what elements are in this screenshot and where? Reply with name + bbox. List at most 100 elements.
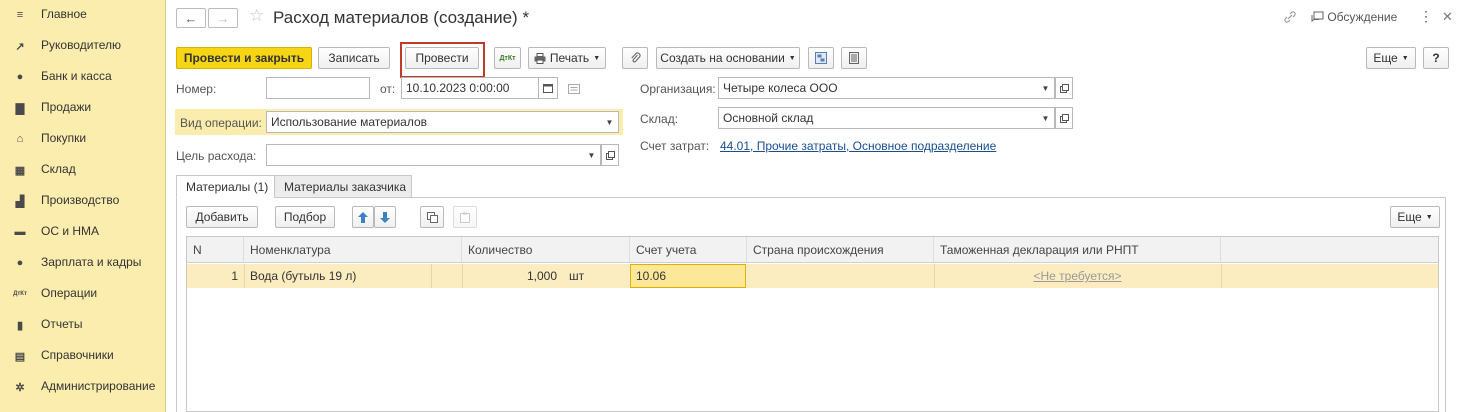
calendar-button[interactable] <box>538 77 558 99</box>
organization-label: Организация: <box>640 82 716 96</box>
save-button[interactable]: Записать <box>318 47 390 69</box>
chevron-down-icon: ▼ <box>1041 113 1050 123</box>
operation-type-field[interactable]: Использование материалов <box>266 111 602 133</box>
organization-field[interactable]: Четыре колеса ООО <box>718 77 1038 99</box>
sidebar-item-main[interactable]: ≡ Главное <box>0 0 166 30</box>
more-actions-icon[interactable]: ⋮ <box>1419 8 1433 25</box>
cell-quantity[interactable]: 1,000 <box>462 264 563 288</box>
sidebar-item-label: Банк и касса <box>41 69 112 83</box>
cost-account-link[interactable]: 44.01, Прочие затраты, Основное подразде… <box>720 139 996 153</box>
sidebar-item-label: Администрирование <box>41 379 156 393</box>
tab-customer-materials[interactable]: Материалы заказчика <box>274 175 412 198</box>
open-icon <box>1059 83 1069 93</box>
sidebar-item-purchases[interactable]: ⌂ Покупки <box>0 124 166 154</box>
move-up-button[interactable] <box>352 206 374 228</box>
sidebar-item-label: ОС и НМА <box>41 224 100 238</box>
chevron-down-icon: ▼ <box>1425 213 1433 221</box>
organization-open-button[interactable] <box>1055 77 1073 99</box>
sidebar-item-label: Руководителю <box>41 38 122 52</box>
report-button[interactable] <box>841 47 867 69</box>
back-button[interactable]: ← <box>176 8 206 28</box>
column-header-customs[interactable]: Таможенная декларация или РНПТ <box>934 237 1221 263</box>
tab-materials[interactable]: Материалы (1) <box>176 175 275 198</box>
chevron-down-icon: ▼ <box>593 54 601 62</box>
sidebar-item-label: Склад <box>41 162 76 176</box>
operation-type-label: Вид операции: <box>180 116 262 130</box>
date-from-label: от: <box>380 82 396 96</box>
help-button[interactable]: ? <box>1423 47 1449 69</box>
post-and-close-button[interactable]: Провести и закрыть <box>176 47 312 69</box>
add-button[interactable]: Добавить <box>186 206 258 228</box>
sidebar-item-operations[interactable]: ДтКт Операции <box>0 279 166 309</box>
dtkt-icon: ДтКт <box>13 291 27 297</box>
table-more-button[interactable]: Еще ▼ <box>1390 206 1440 228</box>
cell-customs[interactable]: <Не требуется> <box>934 264 1221 288</box>
create-based-on-button[interactable]: Создать на основании ▼ <box>656 47 800 69</box>
column-header-quantity[interactable]: Количество <box>462 237 630 263</box>
purpose-dropdown[interactable]: ▼ <box>583 144 601 166</box>
cell-account[interactable]: 10.06 <box>630 264 746 288</box>
chevron-down-icon: ▼ <box>1041 83 1050 93</box>
purpose-field[interactable] <box>266 144 584 166</box>
calendar-icon <box>543 84 553 93</box>
book-icon: ▤ <box>14 350 26 363</box>
column-header-item[interactable]: Номенклатура <box>244 237 462 263</box>
link-icon[interactable] <box>1283 10 1297 27</box>
sidebar-item-catalogs[interactable]: ▤ Справочники <box>0 341 166 371</box>
sidebar-item-label: Отчеты <box>41 317 83 331</box>
dtkt-button[interactable]: ДтКт <box>494 47 521 69</box>
paste-row-button[interactable] <box>453 206 477 228</box>
sidebar-item-label: Зарплата и кадры <box>41 255 142 269</box>
cell-n[interactable]: 1 <box>187 264 244 288</box>
sidebar-item-admin[interactable]: ✲ Администрирование <box>0 372 166 402</box>
document-icon <box>849 52 859 64</box>
chevron-down-icon: ▼ <box>1401 54 1409 62</box>
print-button[interactable]: Печать ▼ <box>528 47 606 69</box>
warehouse-dropdown[interactable]: ▼ <box>1037 107 1055 129</box>
cell-item[interactable]: Вода (бутыль 19 л) <box>244 264 431 288</box>
more-button[interactable]: Еще ▼ <box>1366 47 1416 69</box>
sidebar-item-label: Справочники <box>41 348 114 362</box>
move-down-button[interactable] <box>374 206 396 228</box>
close-icon[interactable]: ✕ <box>1442 9 1453 25</box>
star-icon[interactable]: ☆ <box>249 6 264 26</box>
sidebar-item-assets[interactable]: ▬ ОС и НМА <box>0 217 166 247</box>
sidebar-item-bank[interactable]: ● Банк и касса <box>0 62 166 92</box>
column-header-n[interactable]: N <box>187 237 244 263</box>
attach-button[interactable] <box>622 47 648 69</box>
warehouse-open-button[interactable] <box>1055 107 1073 129</box>
sidebar-item-production[interactable]: ▟ Производство <box>0 186 166 216</box>
printer-icon <box>534 52 546 64</box>
paste-icon <box>460 212 470 223</box>
cell-unit[interactable]: шт <box>563 264 623 288</box>
sidebar-item-reports[interactable]: ▮ Отчеты <box>0 310 166 340</box>
create-based-label: Создать на основании <box>660 51 785 65</box>
sidebar-item-label: Главное <box>41 7 87 21</box>
purpose-open-button[interactable] <box>601 144 619 166</box>
arrow-left-icon: ← <box>184 10 198 26</box>
sidebar-item-sales[interactable]: ▇ Продажи <box>0 93 166 123</box>
number-field[interactable] <box>266 77 370 99</box>
date-field[interactable]: 10.10.2023 0:00:00 <box>401 77 539 99</box>
operation-type-dropdown[interactable]: ▼ <box>601 111 619 133</box>
sidebar-item-salary[interactable]: ● Зарплата и кадры <box>0 248 166 278</box>
comment-icon[interactable] <box>568 83 580 97</box>
sidebar-item-label: Продажи <box>41 100 92 114</box>
sidebar-item-manager[interactable]: ↗ Руководителю <box>0 31 166 61</box>
page-title: Расход материалов (создание) * <box>273 8 530 27</box>
forward-button[interactable]: → <box>208 8 238 28</box>
factory-icon: ▟ <box>15 195 25 208</box>
copy-row-button[interactable] <box>420 206 444 228</box>
sidebar-item-warehouse[interactable]: ▦ Склад <box>0 155 166 185</box>
column-header-country[interactable]: Страна происхождения <box>747 237 934 263</box>
warehouse-field[interactable]: Основной склад <box>718 107 1038 129</box>
post-button[interactable]: Провести <box>405 47 479 69</box>
column-header-account[interactable]: Счет учета <box>630 237 747 263</box>
organization-dropdown[interactable]: ▼ <box>1037 77 1055 99</box>
pick-button[interactable]: Подбор <box>275 206 335 228</box>
materials-table: N Номенклатура Количество Счет учета Стр… <box>186 236 1439 412</box>
bar-chart-icon: ▮ <box>16 319 24 332</box>
cell-country[interactable] <box>747 264 934 288</box>
discussion-button[interactable]: Обсуждение <box>1311 10 1397 24</box>
structure-button[interactable] <box>808 47 834 69</box>
